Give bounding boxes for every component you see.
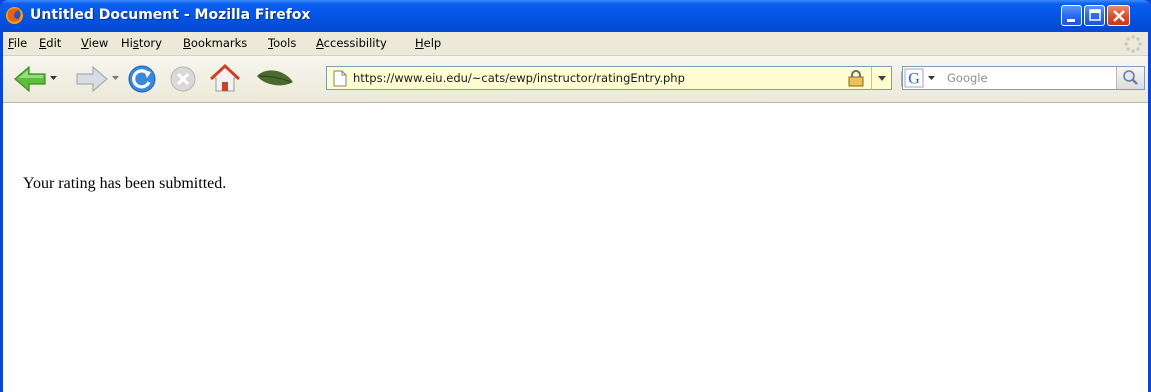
close-icon [1113,10,1125,22]
search-box: G [902,66,1145,90]
back-dropdown-icon[interactable] [49,75,58,81]
page-icon [333,70,347,87]
home-icon[interactable] [209,63,241,93]
firefox-logo-icon [5,6,24,25]
reload-icon[interactable] [127,64,157,94]
throbber-icon [1124,35,1142,53]
svg-text:G: G [908,71,920,88]
page-content: Your rating has been submitted. [3,103,1148,392]
menu-history[interactable]: History [121,36,162,50]
google-g-icon: G [904,68,935,88]
search-button[interactable] [1116,67,1144,89]
minimize-icon [1067,19,1075,22]
menu-edit[interactable]: Edit [39,36,61,50]
menu-bar: File Edit View History Bookmarks Tools A… [3,32,1148,56]
window-title: Untitled Document - Mozilla Firefox [30,7,311,23]
maximize-icon [1089,9,1101,21]
search-input[interactable] [943,68,1121,88]
site-lock-icon[interactable] [847,70,865,87]
back-arrow-icon[interactable] [13,64,47,94]
submission-confirmation-text: Your rating has been submitted. [23,175,227,192]
forward-dropdown-icon[interactable] [111,75,120,81]
close-button[interactable] [1107,5,1130,26]
url-text[interactable]: https://www.eiu.edu/~cats/ewp/instructor… [353,71,685,85]
chevron-down-icon [878,76,886,81]
forward-arrow-icon[interactable] [75,64,109,94]
browser-window: Untitled Document - Mozilla Firefox File… [0,0,1151,392]
menu-view[interactable]: View [81,36,108,50]
menu-bookmarks[interactable]: Bookmarks [183,36,247,50]
search-engine-selector[interactable]: G [904,68,940,88]
menu-tools[interactable]: Tools [268,36,296,50]
menu-file[interactable]: File [8,36,27,50]
stop-icon[interactable] [169,65,197,93]
menu-help[interactable]: Help [415,36,441,50]
minimize-button[interactable] [1061,5,1082,26]
maximize-button[interactable] [1084,5,1105,26]
magnifier-icon [1123,70,1138,85]
title-bar[interactable]: Untitled Document - Mozilla Firefox [0,0,1151,32]
leaf-icon[interactable] [255,68,295,90]
url-history-dropdown[interactable] [871,67,892,89]
url-bar[interactable]: https://www.eiu.edu/~cats/ewp/instructor… [326,66,892,90]
navigation-toolbar: https://www.eiu.edu/~cats/ewp/instructor… [3,56,1148,103]
menu-accessibility[interactable]: Accessibility [316,36,387,50]
